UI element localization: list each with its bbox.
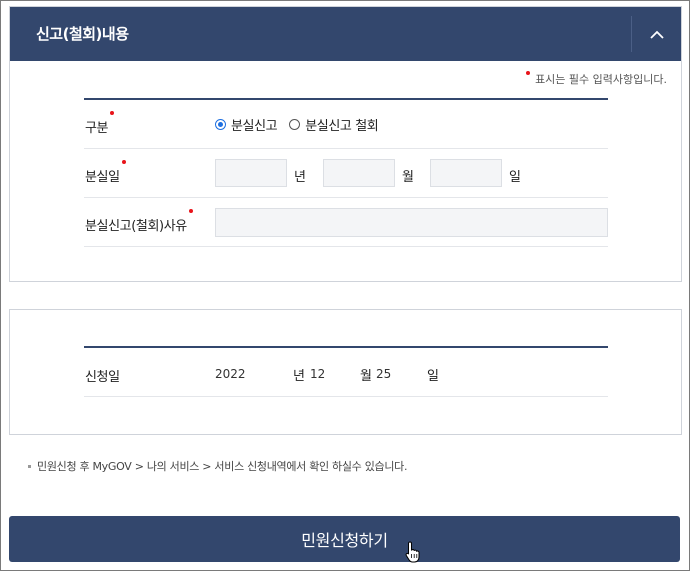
type-label-text: 구분 (85, 121, 109, 136)
lost-date-row: 분실일 년 월 일 (84, 149, 608, 198)
year-unit: 년 (294, 170, 306, 185)
required-dot-icon (526, 71, 531, 75)
application-date-label: 신청일 (85, 370, 120, 385)
radio-checked-icon[interactable] (215, 119, 226, 130)
reason-label-text: 분실신고(철회)사유 (85, 219, 187, 234)
year-input[interactable] (215, 159, 287, 187)
reason-row: 분실신고(철회)사유 (84, 198, 608, 247)
required-dot-icon (121, 160, 126, 164)
hand-cursor-icon (405, 541, 420, 563)
radio-lost-report-withdraw-label: 분실신고 철회 (305, 119, 379, 134)
notice-message: 민원신청 후 MyGOV > 나의 서비스 > 서비스 신청내역에서 확인 하실… (37, 460, 408, 473)
radio-lost-report[interactable]: 분실신고 (215, 115, 278, 134)
required-dot-icon (110, 111, 115, 115)
type-label: 구분 (85, 111, 115, 136)
type-row: 구분 분실신고 분실신고 철회 (84, 100, 608, 149)
application-year-unit: 년 (293, 369, 305, 384)
required-dot-icon (188, 209, 193, 213)
reason-label: 분실신고(철회)사유 (85, 209, 193, 234)
application-day: 25 (376, 367, 392, 381)
month-unit: 월 (402, 170, 414, 185)
submit-button[interactable]: 민원신청하기 (9, 516, 680, 562)
radio-unchecked-icon[interactable] (289, 119, 301, 130)
radio-lost-report-label: 분실신고 (231, 119, 278, 134)
application-table: 신청일 2022 년 12 월 25 일 (84, 346, 608, 397)
lost-date-label-text: 분실일 (85, 170, 120, 185)
chevron-up-icon (649, 30, 664, 39)
application-date-row: 신청일 2022 년 12 월 25 일 (84, 348, 608, 397)
day-input[interactable] (430, 159, 502, 187)
application-panel: 신청일 2022 년 12 월 25 일 (9, 309, 682, 435)
radio-lost-report-withdraw[interactable]: 분실신고 철회 (289, 115, 379, 134)
panel-title: 신고(철회)내용 (36, 25, 129, 43)
day-unit: 일 (509, 170, 521, 185)
application-day-unit: 일 (427, 369, 439, 384)
panel-header: 신고(철회)내용 (10, 7, 681, 61)
collapse-button[interactable] (632, 7, 681, 61)
application-month: 12 (310, 367, 326, 381)
reason-input[interactable] (215, 208, 608, 237)
report-content-panel: 신고(철회)내용 표시는 필수 입력사항입니다. 구분 분실신고 분실신고 철회… (9, 6, 682, 282)
month-input[interactable] (323, 159, 395, 187)
application-month-unit: 월 (360, 369, 372, 384)
required-note: 표시는 필수 입력사항입니다. (526, 71, 667, 87)
report-form: 구분 분실신고 분실신고 철회 분실일 년 월 일 분실신고(철회)사유 (84, 98, 608, 247)
notice-text: 민원신청 후 MyGOV > 나의 서비스 > 서비스 신청내역에서 확인 하실… (28, 458, 407, 474)
lost-date-label: 분실일 (85, 160, 126, 185)
type-radio-group: 분실신고 분실신고 철회 (215, 115, 390, 134)
application-year: 2022 (215, 367, 246, 381)
bullet-icon (28, 464, 31, 468)
required-note-text: 표시는 필수 입력사항입니다. (535, 73, 667, 86)
